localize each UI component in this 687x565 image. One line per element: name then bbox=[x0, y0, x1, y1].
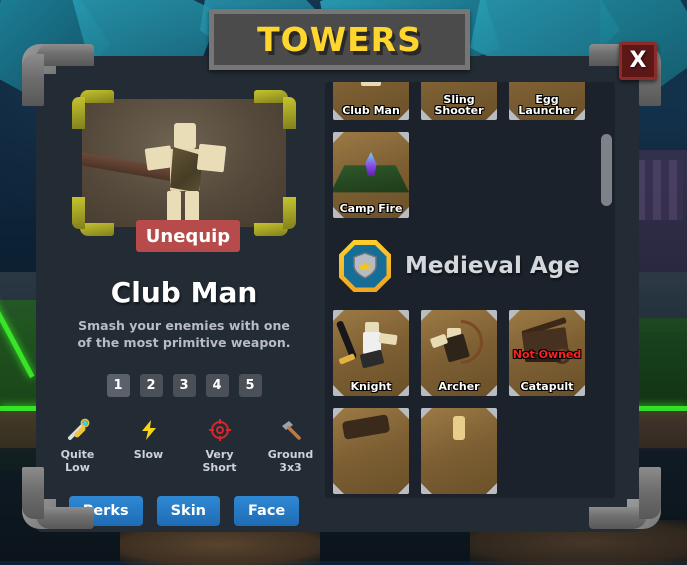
tower-thumbnail bbox=[333, 314, 409, 378]
level-button-1[interactable]: 1 bbox=[106, 373, 130, 397]
preview-right-leg bbox=[185, 191, 199, 223]
tower-level-selector: 1 2 3 4 5 bbox=[50, 373, 318, 397]
tower-card-camp-fire[interactable]: Camp Fire bbox=[333, 132, 409, 218]
tower-description: Smash your enemies with one of the most … bbox=[77, 318, 291, 350]
stat-damage: Quite Low bbox=[50, 417, 105, 474]
tower-card-egg-launcher[interactable]: Egg Launcher bbox=[509, 82, 585, 120]
tower-card-archer[interactable]: Archer bbox=[421, 310, 497, 396]
lightning-icon bbox=[136, 417, 162, 443]
preview-bracket-bottom-left bbox=[72, 196, 116, 236]
tower-card-label: Egg Launcher bbox=[518, 92, 576, 118]
menu-title-bar: TOWERS bbox=[209, 9, 470, 70]
scrollbar-thumb[interactable] bbox=[601, 134, 612, 206]
stat-speed: Slow bbox=[121, 417, 176, 474]
tower-card-label: Sling Shooter bbox=[434, 92, 484, 118]
tower-list-scroll-area: Club Man Sling Shooter Egg Launcher Camp… bbox=[325, 82, 615, 498]
tower-card-sling-shooter[interactable]: Sling Shooter bbox=[421, 82, 497, 120]
level-button-2[interactable]: 2 bbox=[139, 373, 163, 397]
sword-icon bbox=[65, 417, 91, 443]
target-icon bbox=[207, 417, 233, 443]
tower-card-label: Camp Fire bbox=[339, 202, 403, 216]
tower-card-knight[interactable]: Knight bbox=[333, 310, 409, 396]
tower-list-scrollbar[interactable] bbox=[601, 126, 612, 486]
tower-thumbnail bbox=[421, 412, 497, 476]
tower-card-label: Knight bbox=[350, 380, 392, 394]
stat-range-label: Very Short bbox=[202, 447, 237, 474]
tower-card-label: Archer bbox=[438, 380, 480, 394]
stat-range: Very Short bbox=[192, 417, 247, 474]
tower-card-partial-1[interactable] bbox=[333, 408, 409, 494]
tower-grid-stone-age: Club Man Sling Shooter Egg Launcher Camp… bbox=[333, 82, 607, 218]
tower-card-club-man[interactable]: Club Man bbox=[333, 82, 409, 120]
tower-grid-medieval-age: Knight Archer Not Owned Catapult bbox=[333, 310, 607, 494]
preview-bracket-bottom-right bbox=[252, 196, 296, 236]
level-button-5[interactable]: 5 bbox=[238, 373, 262, 397]
tower-card-partial-2[interactable] bbox=[421, 408, 497, 494]
preview-bracket-top-right bbox=[252, 90, 296, 130]
face-button[interactable]: Face bbox=[234, 496, 300, 527]
stat-damage-label: Quite Low bbox=[60, 447, 95, 474]
tower-card-label: Catapult bbox=[520, 380, 574, 394]
tower-thumbnail bbox=[421, 314, 497, 378]
tower-thumbnail bbox=[333, 136, 409, 200]
hammer-icon bbox=[278, 417, 304, 443]
tower-thumbnail bbox=[333, 82, 409, 102]
age-section-header-medieval: Medieval Age bbox=[339, 240, 607, 292]
preview-bracket-top-left bbox=[72, 90, 116, 130]
tower-stats-row: Quite Low Slow Very Short Ground 3x3 bbox=[50, 417, 318, 474]
tower-thumbnail bbox=[509, 314, 585, 378]
stat-attack-type: Ground 3x3 bbox=[263, 417, 318, 474]
skin-button[interactable]: Skin bbox=[156, 496, 220, 527]
tower-name: Club Man bbox=[110, 276, 258, 309]
tower-preview-frame: Unequip bbox=[72, 90, 296, 252]
stat-speed-label: Slow bbox=[133, 447, 164, 461]
tower-card-label: Club Man bbox=[342, 104, 400, 118]
tower-action-buttons: Perks Skin Face bbox=[50, 496, 318, 527]
tower-thumbnail bbox=[333, 412, 409, 476]
age-section-title: Medieval Age bbox=[405, 253, 580, 279]
tower-card-catapult[interactable]: Not Owned Catapult bbox=[509, 310, 585, 396]
status-badge-not-owned: Not Owned bbox=[512, 347, 582, 361]
preview-head bbox=[174, 123, 196, 149]
tower-list-panel[interactable]: Club Man Sling Shooter Egg Launcher Camp… bbox=[325, 82, 615, 498]
menu-title: TOWERS bbox=[257, 20, 422, 59]
stat-attack-type-label: Ground 3x3 bbox=[267, 447, 314, 474]
close-button[interactable]: X bbox=[619, 42, 657, 80]
tower-detail-panel: Unequip Club Man Smash your enemies with… bbox=[50, 82, 318, 527]
perks-button[interactable]: Perks bbox=[68, 496, 143, 527]
close-icon: X bbox=[629, 48, 647, 73]
level-button-3[interactable]: 3 bbox=[172, 373, 196, 397]
preview-right-arm bbox=[196, 143, 227, 173]
unequip-button[interactable]: Unequip bbox=[136, 220, 240, 252]
level-button-4[interactable]: 4 bbox=[205, 373, 229, 397]
preview-left-leg bbox=[167, 191, 181, 221]
shield-crown-icon bbox=[339, 240, 391, 292]
unequip-button-label: Unequip bbox=[145, 225, 231, 247]
